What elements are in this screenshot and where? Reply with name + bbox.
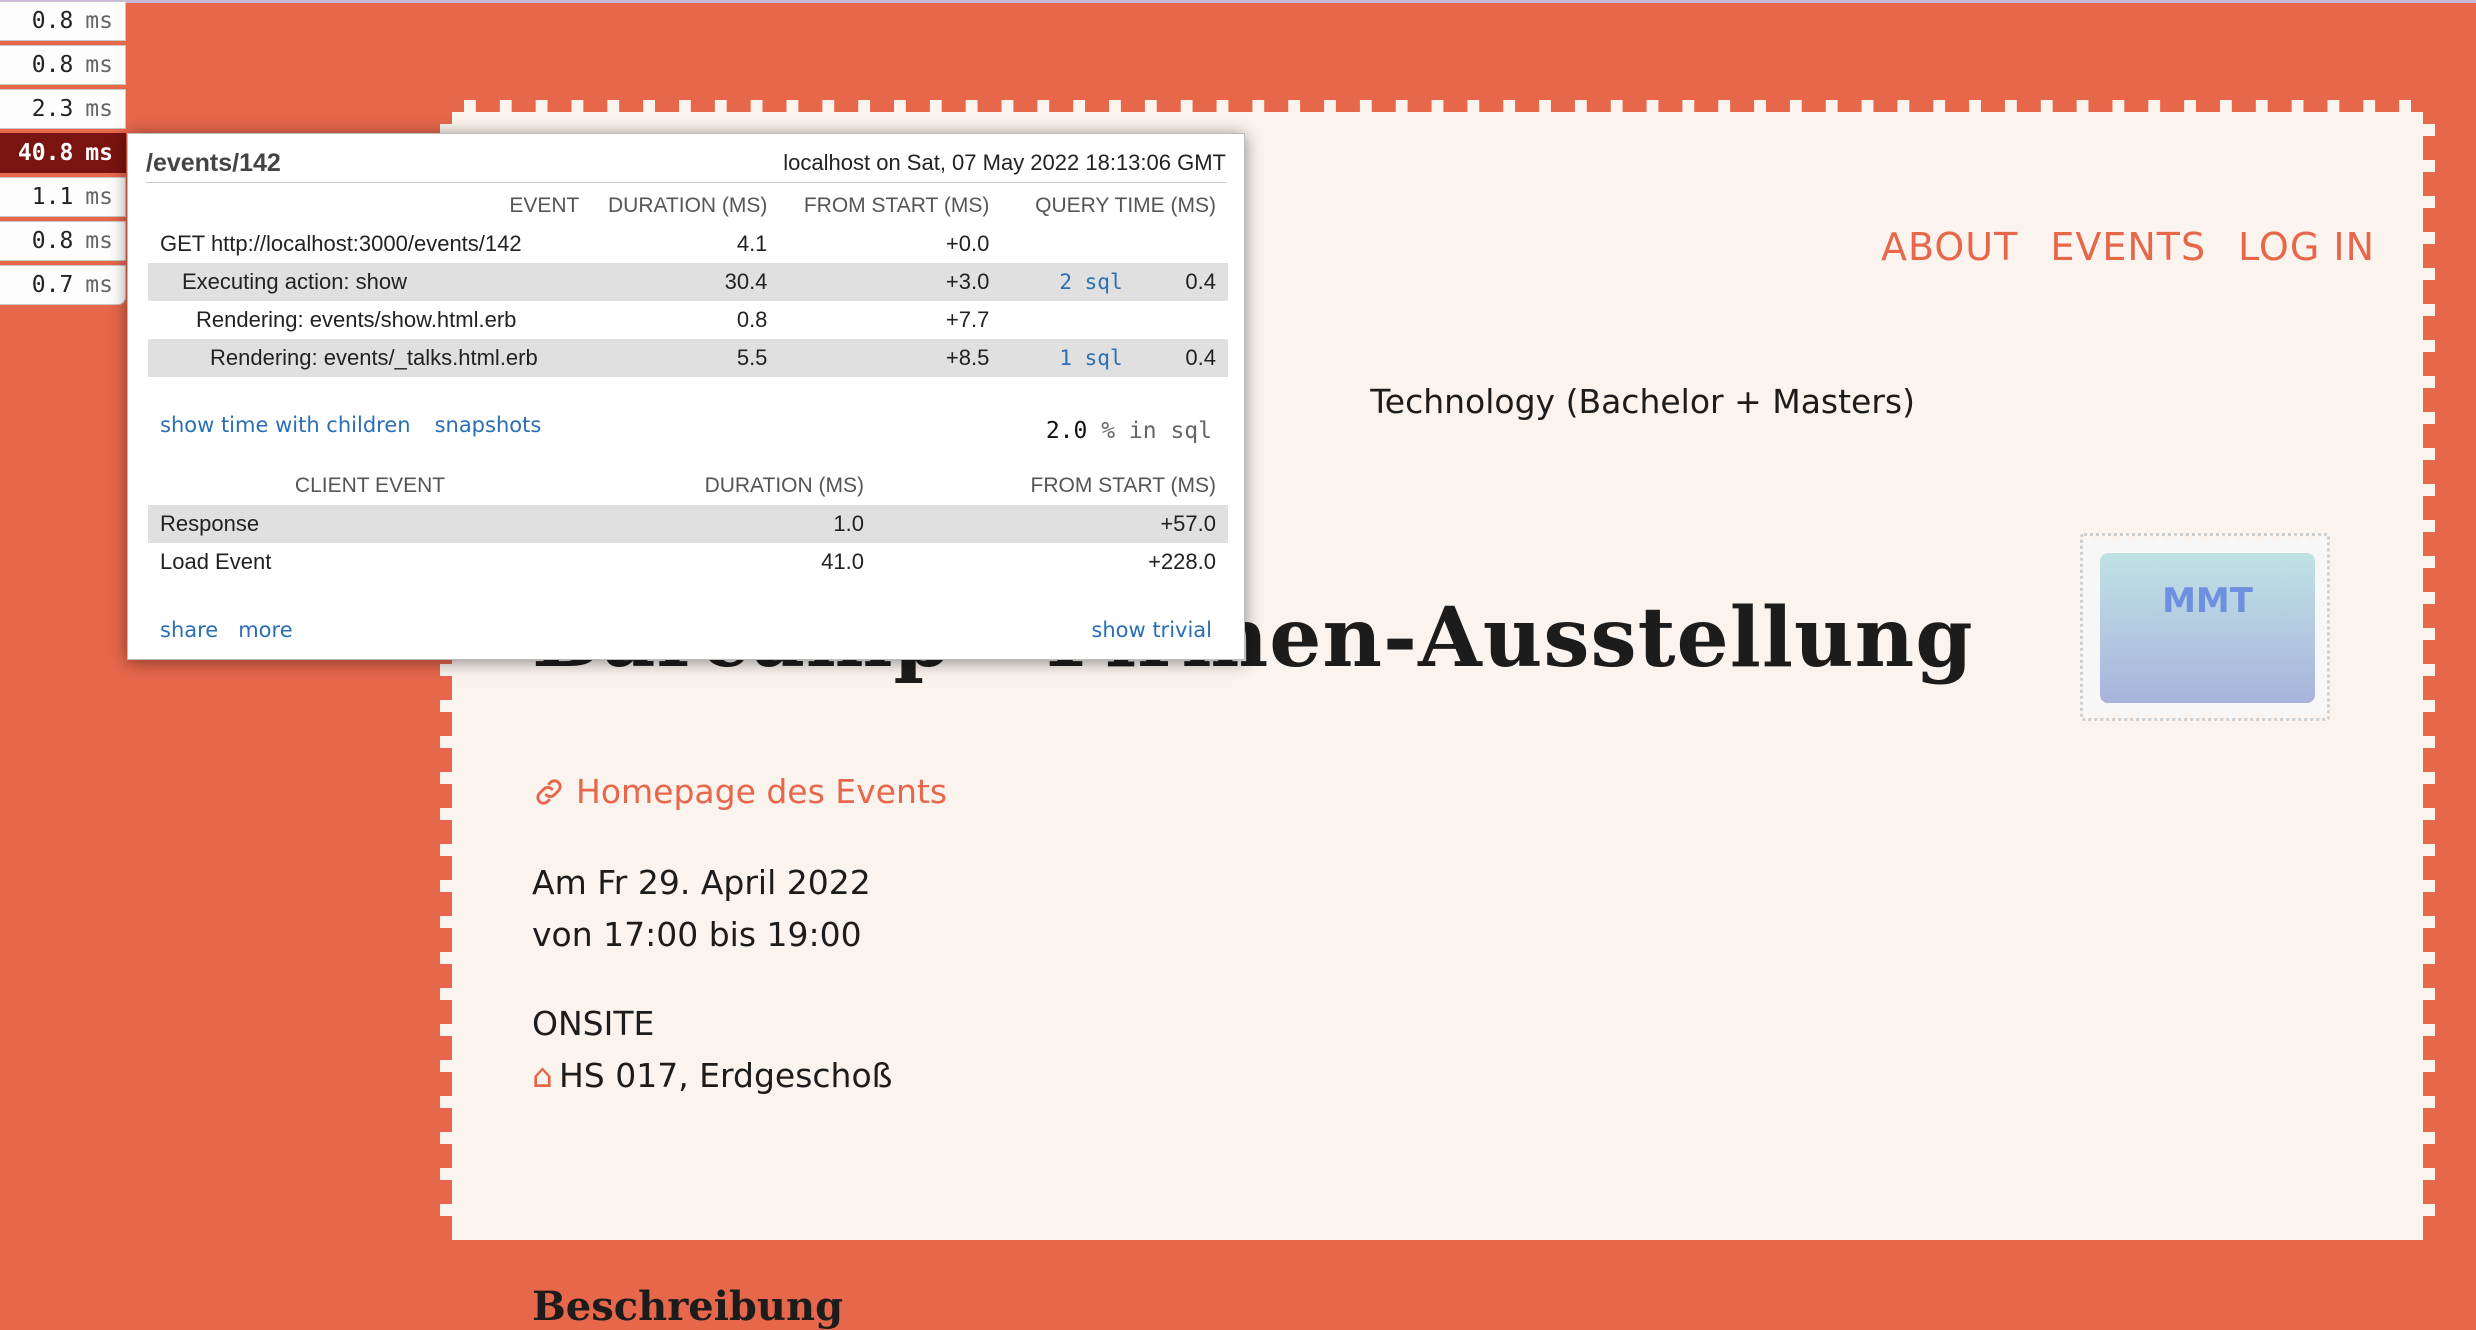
profiler-badge[interactable]: 0.8 ms [0,45,126,85]
badge-value: 1.1 [31,184,74,210]
profiler-host: localhost on Sat, 07 May 2022 18:13:06 G… [783,150,1226,175]
sql-percentage-label: % in sql [1101,418,1212,444]
badge-value: 0.8 [31,228,74,254]
row-sql [1001,301,1134,339]
timing-row: Executing action: show 30.4 +3.0 2 sql 0… [148,263,1228,301]
client-row-from-start: +57.0 [876,505,1228,543]
row-query-time: 0.4 [1134,339,1228,377]
show-time-with-children-link[interactable]: show time with children [160,413,411,437]
row-event: GET http://localhost:3000/events/142 [160,231,522,256]
homepage-link[interactable]: Homepage des Events [532,772,947,811]
client-row-from-start: +228.0 [1148,549,1216,574]
client-row-event: Load Event [160,549,272,574]
client-timing-row: Load Event 41.0 +228.0 [148,543,1228,581]
timing-row: Rendering: events/show.html.erb 0.8 +7.7 [148,301,1228,339]
badge-value: 2.3 [31,96,74,122]
badge-value: 0.8 [31,52,74,78]
more-link[interactable]: more [238,618,292,642]
timings-table: EVENT DURATION (MS) FROM START (MS) QUER… [148,187,1228,377]
house-icon: ⌂ [532,1056,553,1095]
homepage-link-label: Homepage des Events [576,772,948,811]
badge-unit: ms [85,140,113,166]
row-query-time [1135,225,1228,263]
profiler-badge[interactable]: 1.1 ms [0,177,126,217]
badge-unit: ms [85,8,113,34]
sql-percentage: 2.0 % in sql [1046,418,1212,444]
col-client-event: CLIENT EVENT [294,474,446,497]
client-row-duration: 41.0 [821,549,864,574]
main-nav: ABOUT EVENTS LOG IN [1881,225,2375,269]
row-from-start: +8.5 [779,339,1002,377]
stamp-logo: MMT [2100,553,2315,703]
profiler-badge-active[interactable]: 40.8 ms [0,133,126,173]
nav-about[interactable]: ABOUT [1881,225,2018,269]
col-query-time: QUERY TIME (MS) [1035,194,1216,217]
event-room: ⌂ HS 017, Erdgeschoß [532,1056,892,1095]
col-client-duration: DURATION (MS) [704,474,864,497]
badge-value: 0.7 [31,272,74,298]
sql-percentage-value: 2.0 [1045,418,1088,444]
sql-queries-link[interactable]: 2 sql [1059,270,1122,294]
profiler-header: /events/142 localhost on Sat, 07 May 202… [146,144,1226,183]
row-from-start: +0.0 [945,231,990,256]
link-icon [536,778,562,805]
row-duration: 30.4 [591,263,780,301]
row-query-time [1135,301,1228,339]
event-time: von 17:00 bis 19:00 [532,915,862,954]
sql-queries-link[interactable]: 1 sql [1059,346,1122,370]
badge-unit: ms [85,184,113,210]
badge-unit: ms [85,52,113,78]
profiler-badge[interactable]: 0.8 ms [0,1,126,41]
profiler-badge[interactable]: 2.3 ms [0,89,126,129]
badge-unit: ms [85,272,113,298]
client-timing-row: Response 1.0 +57.0 [148,505,1228,543]
row-duration: 5.5 [591,339,780,377]
profiler-badge[interactable]: 0.7 ms [0,265,126,305]
col-client-from-start: FROM START (MS) [1030,474,1217,497]
badge-unit: ms [85,96,113,122]
row-event: Executing action: show [148,263,592,301]
description-heading: Beschreibung [532,1283,844,1330]
row-from-start: +7.7 [945,307,990,332]
badge-value: 40.8 [17,140,74,166]
row-duration: 4.1 [736,231,768,256]
profiler-badge[interactable]: 0.8 ms [0,221,126,261]
subtitle-text: Technology (Bachelor + Masters) [1370,382,1915,421]
row-from-start: +3.0 [779,263,1002,301]
nav-login[interactable]: LOG IN [2238,225,2375,269]
badge-unit: ms [85,228,113,254]
row-sql [1001,225,1134,263]
top-border [0,0,2476,3]
profiler-popup: /events/142 localhost on Sat, 07 May 202… [127,133,1245,660]
profiler-path: /events/142 [146,148,281,177]
profiler-footer-links: share more [160,618,293,642]
col-event: EVENT [509,194,580,217]
event-date: Am Fr 29. April 2022 [532,863,871,902]
share-link[interactable]: share [160,618,218,642]
col-duration: DURATION (MS) [607,194,768,217]
timing-row: Rendering: events/_talks.html.erb 5.5 +8… [148,339,1228,377]
badge-value: 0.8 [31,8,74,34]
col-from-start: FROM START (MS) [803,194,990,217]
timing-row: GET http://localhost:3000/events/142 4.1… [148,225,1228,263]
snapshots-link[interactable]: snapshots [435,413,542,437]
client-row-event: Response [148,505,592,543]
event-mode: ONSITE [532,1004,655,1043]
timings-header: EVENT DURATION (MS) FROM START (MS) QUER… [148,187,1228,225]
nav-events[interactable]: EVENTS [2050,225,2206,269]
client-timings-header: CLIENT EVENT DURATION (MS) FROM START (M… [148,467,1228,505]
show-trivial-link[interactable]: show trivial [1091,618,1212,642]
profiler-options: show time with children snapshots [160,413,541,437]
room-text: HS 017, Erdgeschoß [558,1056,893,1095]
row-event: Rendering: events/show.html.erb [196,307,517,332]
row-query-time: 0.4 [1134,263,1228,301]
row-event: Rendering: events/_talks.html.erb [148,339,592,377]
row-duration: 0.8 [736,307,768,332]
client-timings-table: CLIENT EVENT DURATION (MS) FROM START (M… [148,467,1228,581]
client-row-duration: 1.0 [592,505,876,543]
